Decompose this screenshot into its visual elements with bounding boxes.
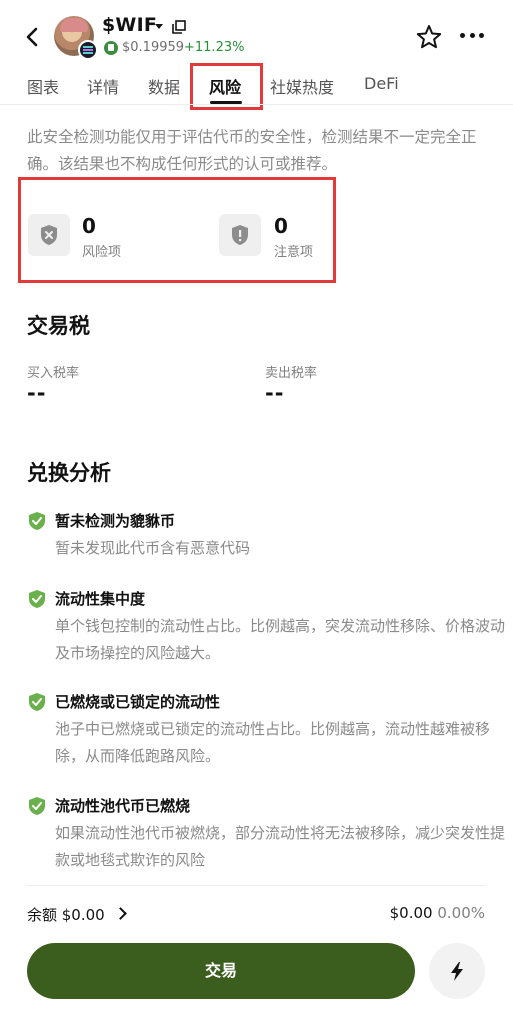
tab-defi[interactable]: DeFi [364, 74, 399, 93]
swap-section-title: 兑换分析 [27, 461, 111, 485]
check-desc: 池子中已燃烧或已锁定的流动性占比。比例越高，流动性越难被移除，从而降低跑路风险。 [55, 720, 491, 765]
chain-badge-icon [78, 40, 98, 60]
token-price: $0.19959 [122, 40, 185, 55]
check-shield-icon [29, 512, 45, 530]
check-title: 已燃烧或已锁定的流动性 [55, 693, 221, 711]
star-icon[interactable] [416, 24, 442, 50]
tab-chart[interactable]: 图表 [27, 74, 59, 98]
check-desc: 单个钱包控制的流动性占比。比例越高，突发流动性移除、价格波动及市场操控的风险越大… [55, 617, 506, 662]
check-shield-icon [29, 590, 45, 608]
copy-icon[interactable] [172, 20, 186, 34]
risk-count: 0 [82, 214, 96, 238]
tabs-divider [0, 104, 513, 105]
trade-button[interactable]: 交易 [27, 943, 415, 999]
footer-divider [27, 885, 485, 886]
warning-label: 注意项 [274, 245, 314, 260]
risk-shield-icon [28, 214, 70, 256]
lightning-icon [451, 962, 463, 981]
tab-risk[interactable]: 风险 [209, 74, 241, 98]
warning-shield-icon [219, 214, 261, 256]
tab-details[interactable]: 详情 [87, 74, 119, 98]
balance-label[interactable]: 余额 $0.00 [27, 904, 105, 925]
position-value: $0.00 0.00% [390, 904, 485, 922]
check-title: 流动性池代币已燃烧 [55, 797, 191, 815]
token-name[interactable]: $WIF [102, 14, 157, 36]
chevron-right-icon[interactable] [114, 907, 127, 920]
buy-tax-label: 买入税率 [27, 366, 80, 381]
tab-social[interactable]: 社媒热度 [270, 74, 334, 98]
more-icon[interactable] [460, 33, 484, 39]
price-change: +11.23% [184, 40, 245, 55]
back-icon[interactable] [20, 24, 46, 50]
buy-tax-value: -- [27, 381, 47, 405]
sell-tax-value: -- [265, 381, 285, 405]
token-dropdown-icon[interactable] [155, 24, 163, 29]
disclaimer-text: 此安全检测功能仅用于评估代币的安全性，检测结果不一定完全正确。该结果也不构成任何… [27, 128, 477, 173]
sell-tax-label: 卖出税率 [265, 366, 318, 381]
check-desc: 如果流动性池代币被燃烧，部分流动性将无法被移除，减少突发性提款或地毯式欺诈的风险 [55, 824, 506, 869]
tax-section-title: 交易税 [27, 314, 90, 338]
position-amount: $0.00 [389, 904, 433, 922]
warning-count: 0 [274, 214, 288, 238]
check-shield-icon [29, 797, 45, 815]
check-title: 暂未检测为貔貅币 [55, 512, 176, 530]
tab-data[interactable]: 数据 [148, 74, 180, 98]
risk-label: 风险项 [82, 245, 122, 260]
check-desc: 暂未发现此代币含有恶意代码 [55, 539, 251, 557]
verified-icon [104, 41, 118, 55]
check-shield-icon [29, 693, 45, 711]
check-title: 流动性集中度 [55, 590, 146, 608]
position-percent: 0.00% [437, 904, 485, 922]
quick-trade-button[interactable] [429, 943, 485, 999]
